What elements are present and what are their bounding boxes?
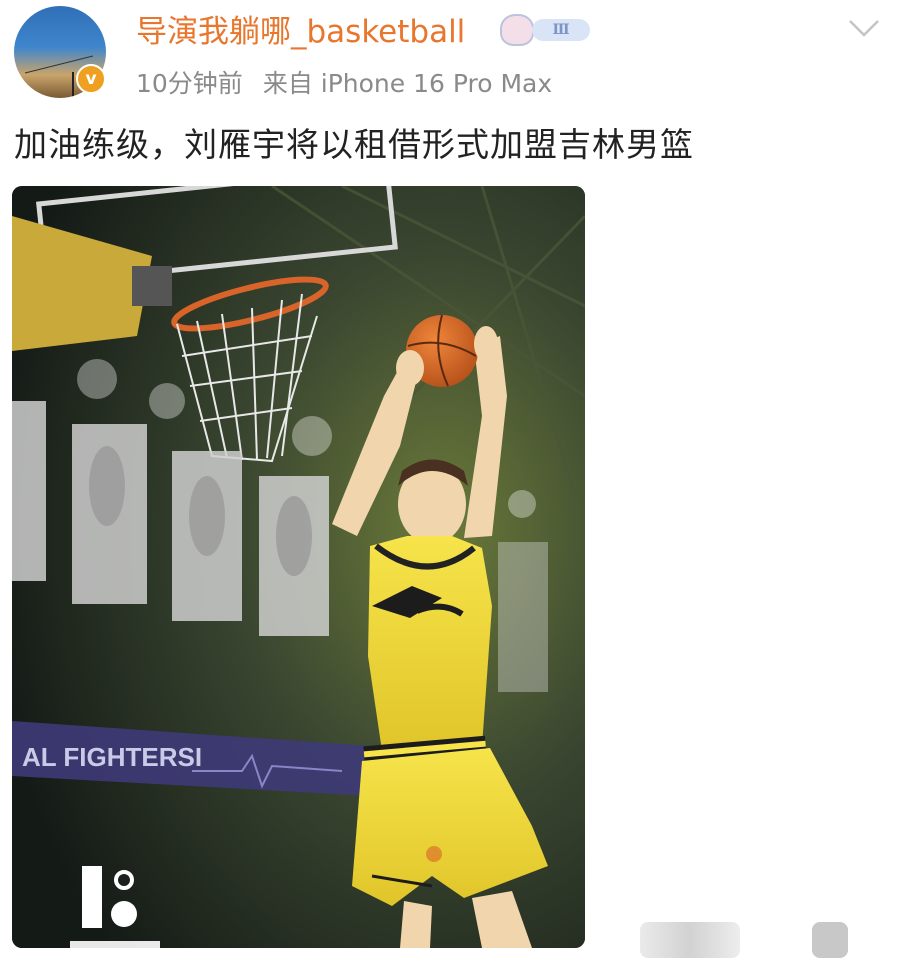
post-time: 10分钟前 bbox=[136, 69, 243, 98]
post-source[interactable]: 来自 iPhone 16 Pro Max bbox=[263, 69, 552, 98]
post-text: 加油练级，刘雁宇将以租借形式加盟吉林男篮 bbox=[14, 125, 694, 164]
level-badge[interactable]: Ⅲ bbox=[500, 12, 592, 48]
arena-banner-text: AL FIGHTERSI bbox=[22, 742, 202, 772]
cat-icon bbox=[500, 14, 534, 46]
level-badge-label: Ⅲ bbox=[532, 19, 590, 41]
author-name[interactable]: 导演我躺哪_basketball bbox=[136, 10, 465, 54]
post-image[interactable]: AL FIGHTERSI bbox=[12, 186, 585, 948]
post-meta: 10分钟前 来自 iPhone 16 Pro Max bbox=[136, 64, 572, 104]
verified-icon: v bbox=[76, 64, 106, 94]
blurred-thumbnail bbox=[640, 922, 740, 958]
chevron-down-icon[interactable] bbox=[848, 12, 880, 44]
blurred-thumbnail bbox=[812, 922, 848, 958]
